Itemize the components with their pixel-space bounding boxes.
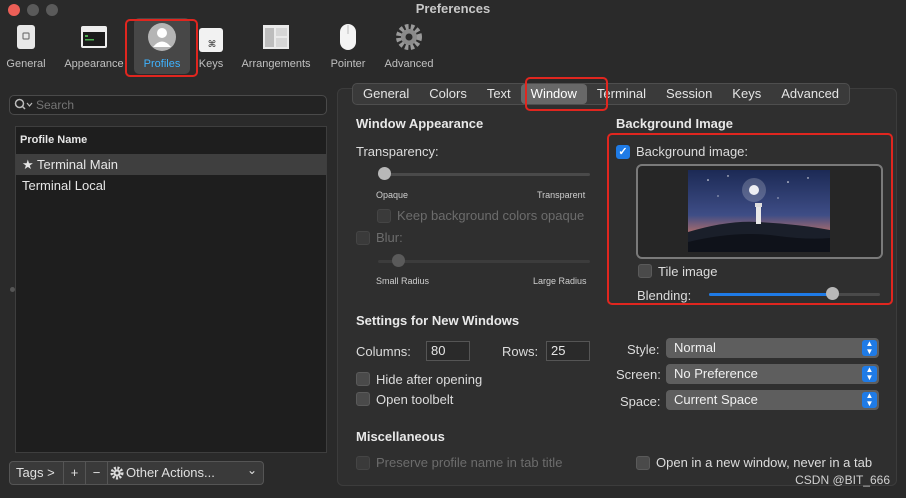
toolbar-advanced-label: Advanced xyxy=(384,58,434,70)
blur-slider-knob[interactable] xyxy=(392,254,405,267)
tab-text[interactable]: Text xyxy=(477,84,521,104)
arrangements-icon xyxy=(263,25,289,49)
blur-slider-track[interactable] xyxy=(378,260,590,263)
other-actions-menu[interactable]: Other Actions... ⌄ xyxy=(108,462,263,484)
keep-bg-opaque-checkbox[interactable] xyxy=(377,209,391,223)
toolbar-appearance-label: Appearance xyxy=(64,58,124,70)
toolbar-arrangements-label: Arrangements xyxy=(241,58,311,70)
small-radius-label: Small Radius xyxy=(376,276,430,286)
blur-checkbox[interactable] xyxy=(356,231,370,245)
screen-popup[interactable]: No Preference ▲ ▼ xyxy=(666,364,879,384)
style-label: Style: xyxy=(627,342,660,357)
profile-name-header: Profile Name xyxy=(20,134,88,146)
preserve-profile-name-label: Preserve profile name in tab title xyxy=(376,455,563,470)
tab-colors[interactable]: Colors xyxy=(419,84,477,104)
add-profile-button[interactable]: + xyxy=(64,462,86,484)
open-toolbelt-checkbox[interactable] xyxy=(356,392,370,406)
transparent-label: Transparent xyxy=(537,190,586,200)
screen-value: No Preference xyxy=(674,366,758,381)
transparency-slider-track[interactable] xyxy=(378,173,590,176)
rows-label: Rows: xyxy=(502,344,539,359)
appearance-icon xyxy=(81,26,107,48)
columns-label: Columns: xyxy=(356,344,411,359)
toolbar-general[interactable]: General xyxy=(0,18,52,74)
window-appearance-title: Window Appearance xyxy=(356,116,484,131)
other-actions-label: Other Actions... xyxy=(126,465,215,480)
hide-after-opening-label: Hide after opening xyxy=(376,372,483,387)
pointer-icon xyxy=(340,24,356,50)
toolbar-arrangements[interactable]: Arrangements xyxy=(236,18,316,74)
background-image-title: Background Image xyxy=(616,116,734,131)
style-value: Normal xyxy=(674,340,716,355)
background-image-highlight-box xyxy=(607,133,893,305)
watermark: CSDN @BIT_666 xyxy=(795,473,890,487)
open-new-window-label: Open in a new window, never in a tab xyxy=(656,455,873,470)
blur-label: Blur: xyxy=(376,230,403,245)
style-popup[interactable]: Normal ▲ ▼ xyxy=(666,338,879,358)
tab-general[interactable]: General xyxy=(353,84,419,104)
space-value: Current Space xyxy=(674,392,758,407)
profiles-highlight-box xyxy=(125,19,198,77)
svg-text:⌘: ⌘ xyxy=(208,40,217,50)
columns-field[interactable]: 80 xyxy=(426,341,470,361)
search-icon xyxy=(14,98,33,110)
tags-button[interactable]: Tags > xyxy=(10,462,64,484)
tab-advanced[interactable]: Advanced xyxy=(771,84,849,104)
search-input[interactable] xyxy=(36,97,316,113)
keep-bg-opaque-label: Keep background colors opaque xyxy=(397,208,585,223)
toolbar-pointer[interactable]: Pointer xyxy=(326,18,370,74)
splitter-handle[interactable] xyxy=(10,287,15,292)
keys-icon: ⌘ xyxy=(199,28,223,52)
rows-field[interactable]: 25 xyxy=(546,341,590,361)
tab-keys[interactable]: Keys xyxy=(722,84,771,104)
profile-actions-bar: Tags > + − Other Actions... ⌄ xyxy=(9,461,264,485)
remove-profile-button[interactable]: − xyxy=(86,462,108,484)
toolbar-keys[interactable]: ⌘ Keys xyxy=(196,18,226,74)
open-new-window-checkbox[interactable] xyxy=(636,456,650,470)
preserve-profile-name-checkbox[interactable] xyxy=(356,456,370,470)
screen-label: Screen: xyxy=(616,367,661,382)
profile-row-terminal-main[interactable]: ★ Terminal Main xyxy=(16,154,326,175)
opaque-label: Opaque xyxy=(376,190,409,200)
advanced-icon xyxy=(396,24,422,50)
gear-icon xyxy=(110,466,124,480)
large-radius-label: Large Radius xyxy=(533,276,587,286)
tab-session[interactable]: Session xyxy=(656,84,722,104)
toolbar-pointer-label: Pointer xyxy=(330,58,366,70)
window-tab-highlight-box xyxy=(525,77,608,111)
toolbar-general-label: General xyxy=(6,58,46,70)
transparency-label: Transparency: xyxy=(356,144,439,159)
chevron-down-icon: ⌄ xyxy=(246,463,257,477)
up-down-chevron-icon: ▲ ▼ xyxy=(862,366,877,382)
title-bar: Preferences xyxy=(0,0,906,18)
toolbar-appearance[interactable]: Appearance xyxy=(60,18,128,74)
general-icon xyxy=(17,25,35,49)
space-label: Space: xyxy=(620,394,661,409)
profile-row-terminal-local[interactable]: Terminal Local xyxy=(16,175,326,196)
space-popup[interactable]: Current Space ▲ ▼ xyxy=(666,390,879,410)
toolbar-keys-label: Keys xyxy=(198,58,224,70)
transparency-slider-knob[interactable] xyxy=(378,167,391,180)
miscellaneous-title: Miscellaneous xyxy=(356,429,445,444)
toolbar-advanced[interactable]: Advanced xyxy=(380,18,438,74)
new-windows-title: Settings for New Windows xyxy=(356,313,520,328)
up-down-chevron-icon: ▲ ▼ xyxy=(862,392,877,408)
up-down-chevron-icon: ▲ ▼ xyxy=(862,340,877,356)
window-title: Preferences xyxy=(415,1,491,16)
open-toolbelt-label: Open toolbelt xyxy=(376,392,454,407)
hide-after-opening-checkbox[interactable] xyxy=(356,372,370,386)
